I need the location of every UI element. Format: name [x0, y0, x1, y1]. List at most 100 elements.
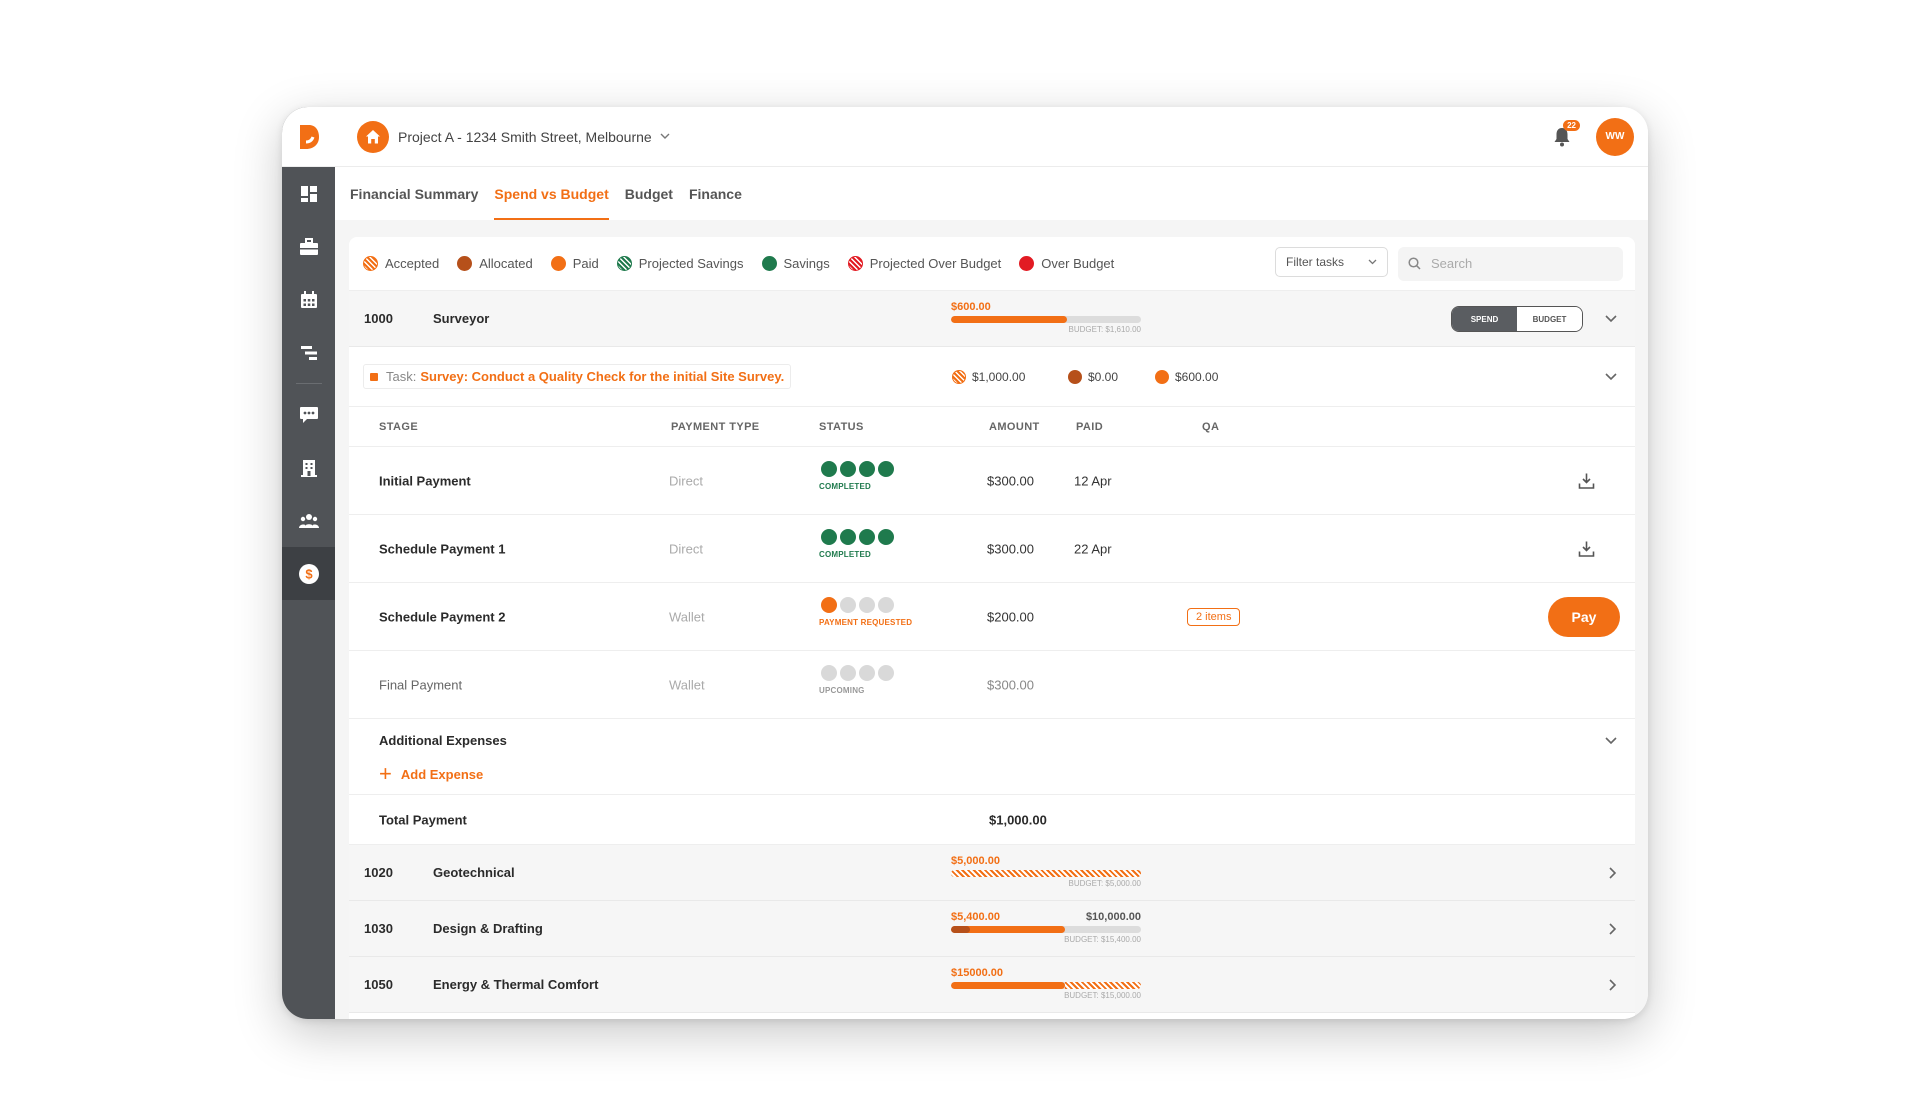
tab-financial-summary[interactable]: Financial Summary	[350, 167, 478, 220]
chevron-down-icon[interactable]	[1605, 737, 1617, 745]
stage-name: Final Payment	[379, 677, 463, 692]
legend-paid: Paid	[550, 256, 599, 271]
chevron-down-icon[interactable]	[1605, 372, 1617, 381]
table-row: Schedule Payment 2 Wallet PAYMENT REQUES…	[349, 583, 1635, 651]
stage-name: Schedule Payment 2	[379, 609, 506, 624]
toggle-spend[interactable]: SPEND	[1452, 307, 1517, 331]
notifications-bell-icon[interactable]: 22	[1548, 119, 1580, 151]
pay-button[interactable]: Pay	[1548, 596, 1620, 637]
paid-date: 22 Apr	[1074, 541, 1112, 556]
status-label: PAYMENT REQUESTED	[819, 618, 913, 627]
team-icon[interactable]	[282, 494, 335, 547]
amount: $200.00	[987, 609, 1034, 624]
total-payment-row: Total Payment $1,000.00	[349, 795, 1635, 845]
budget-remaining: $10,000.00	[1085, 911, 1141, 923]
chevron-down-icon	[1368, 259, 1377, 264]
legend-dot	[761, 256, 777, 271]
spent-amount: $5,400.00	[951, 911, 1000, 923]
legend-accepted: Accepted	[363, 256, 439, 271]
group-code: 1050	[364, 977, 393, 992]
tab-finance[interactable]: Finance	[689, 167, 742, 220]
plus-icon: +	[379, 761, 392, 786]
payment-type: Wallet	[669, 677, 705, 692]
building-icon[interactable]	[282, 441, 335, 494]
stage-name: Schedule Payment 1	[379, 541, 506, 556]
accepted-dot	[952, 369, 966, 384]
status-label: COMPLETED	[819, 550, 872, 559]
legend-over-budget: Over Budget	[1019, 256, 1114, 271]
chat-icon[interactable]	[282, 388, 335, 441]
search-input[interactable]	[1431, 256, 1601, 271]
legend-dot	[363, 256, 378, 271]
stage-name: Initial Payment	[379, 473, 471, 488]
legend-label: Projected Over Budget	[869, 256, 1002, 271]
dashboard-icon[interactable]	[282, 167, 335, 220]
finance-dollar-icon[interactable]: $	[282, 547, 335, 600]
accepted-fill	[1065, 982, 1141, 989]
additional-expenses: Additional Expenses + Add Expense	[349, 719, 1635, 795]
toggle-budget[interactable]: BUDGET	[1517, 307, 1582, 331]
task-chip[interactable]: Task: Survey: Conduct a Quality Check fo…	[363, 364, 792, 389]
group-row-design-drafting[interactable]: 1030 Design & Drafting $5,400.00 $10,000.…	[349, 901, 1635, 957]
legend-label: Accepted	[385, 256, 440, 271]
budget-progress: $600.00 BUDGET: $1,610.00	[951, 301, 1141, 334]
legend-label: Projected Savings	[638, 256, 744, 271]
budget-progress: $5,000.00 BUDGET: $5,000.00	[951, 855, 1141, 888]
briefcase-icon[interactable]	[282, 220, 335, 273]
search-box	[1398, 246, 1623, 281]
payment-type: Wallet	[669, 609, 705, 624]
chevron-right-icon[interactable]	[1609, 978, 1617, 991]
chevron-right-icon[interactable]	[1609, 866, 1617, 879]
add-expense-button[interactable]: + Add Expense	[379, 763, 483, 785]
budget-bar	[951, 316, 1141, 323]
status-label: COMPLETED	[819, 482, 872, 491]
sidebar-divider	[295, 383, 322, 384]
user-avatar[interactable]: WW	[1596, 117, 1634, 156]
download-icon[interactable]	[1578, 472, 1595, 489]
tab-budget[interactable]: Budget	[625, 167, 673, 220]
calendar-icon[interactable]	[282, 273, 335, 326]
gantt-icon[interactable]	[282, 326, 335, 379]
add-expense-label: Add Expense	[400, 766, 484, 782]
allocated-dot	[1068, 369, 1082, 384]
header-status: STATUS	[819, 420, 864, 433]
group-row-surveyor[interactable]: 1000 Surveyor $600.00 BUDGET: $1,610.00 …	[349, 291, 1635, 347]
top-bar: Project A - 1234 Smith Street, Melbourne…	[335, 107, 1648, 167]
legend-label: Savings	[783, 256, 830, 271]
main-content: Accepted Allocated Paid Projected Saving…	[335, 220, 1648, 1019]
total-value: $1,000.00	[989, 812, 1047, 827]
group-row-energy-thermal[interactable]: 1050 Energy & Thermal Comfort $15000.00 …	[349, 957, 1635, 1013]
accepted-fill	[951, 870, 1141, 877]
search-icon	[1408, 257, 1421, 270]
allocated-fill	[951, 926, 970, 933]
download-icon[interactable]	[1578, 540, 1595, 557]
group-row-geotechnical[interactable]: 1020 Geotechnical $5,000.00 BUDGET: $5,0…	[349, 845, 1635, 901]
amount-value: $1,000.00	[972, 369, 1026, 384]
group-code: 1030	[364, 921, 393, 936]
chevron-down-icon[interactable]	[1605, 314, 1617, 323]
chevron-right-icon[interactable]	[1609, 922, 1617, 935]
budget-caption: BUDGET: $15,000.00	[1064, 991, 1141, 1000]
budget-bar	[951, 870, 1141, 877]
table-row: Final Payment Wallet UPCOMING $300.00	[349, 651, 1635, 719]
legend-dot	[847, 256, 863, 271]
legend-label: Over Budget	[1041, 256, 1115, 271]
spend-budget-toggle: SPEND BUDGET	[1451, 306, 1583, 332]
payments-table-header: STAGE PAYMENT TYPE STATUS AMOUNT PAID QA	[349, 407, 1635, 447]
legend-dot	[1019, 256, 1035, 271]
spent-amount: $15000.00	[951, 967, 1003, 979]
app-logo[interactable]	[282, 107, 335, 167]
amount-value: $0.00	[1088, 369, 1119, 384]
qa-items-badge[interactable]: 2 items	[1187, 607, 1241, 626]
budget-bar	[951, 926, 1141, 933]
tab-spend-vs-budget[interactable]: Spend vs Budget	[494, 167, 610, 220]
filter-tasks-select[interactable]: Filter tasks	[1275, 246, 1388, 277]
legend-dot	[616, 256, 632, 271]
legend-projected-over-budget: Projected Over Budget	[847, 256, 1002, 271]
task-allocated-amount: $0.00	[1068, 369, 1155, 384]
group-code: 1020	[364, 865, 393, 880]
sidebar: $	[282, 107, 335, 1019]
project-selector[interactable]: Project A - 1234 Smith Street, Melbourne	[357, 120, 670, 153]
table-row: Schedule Payment 1 Direct COMPLETED $300…	[349, 515, 1635, 583]
home-icon	[357, 120, 389, 153]
